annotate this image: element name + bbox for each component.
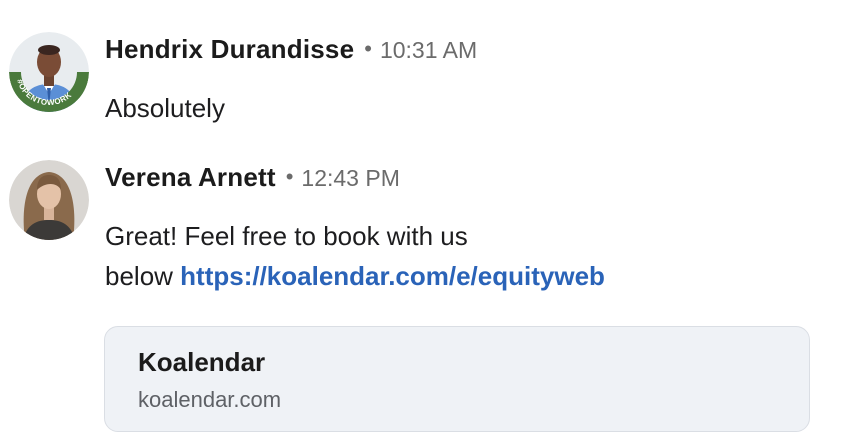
message-header: Hendrix Durandisse • 10:31 AM <box>105 34 477 70</box>
sender-name[interactable]: Verena Arnett <box>105 162 276 193</box>
message-line-1: Great! Feel free to book with us <box>105 221 468 251</box>
avatar-hendrix[interactable]: #OPENTOWORK <box>9 32 89 112</box>
sender-name[interactable]: Hendrix Durandisse <box>105 34 354 65</box>
message-hendrix: #OPENTOWORK Hendrix Durandisse • 10:31 A… <box>0 0 856 140</box>
message-timestamp: 12:43 PM <box>301 165 400 191</box>
message-timestamp: 10:31 AM <box>379 37 478 63</box>
message-header: Verena Arnett • 12:43 PM <box>105 162 400 198</box>
separator-dot: • <box>285 164 294 189</box>
message-text: Great! Feel free to book with us below h… <box>105 216 605 296</box>
avatar-verena[interactable] <box>9 160 89 240</box>
message-line-2-prefix: below <box>105 261 181 291</box>
message-text: Absolutely <box>105 88 225 128</box>
message-body: Absolutely <box>105 93 225 123</box>
booking-link[interactable]: https://koalendar.com/e/equityweb <box>180 261 605 291</box>
preview-domain: koalendar.com <box>138 387 282 412</box>
message-line-2: below https://koalendar.com/e/equityweb <box>105 256 605 296</box>
preview-title: Koalendar <box>138 347 266 377</box>
separator-dot: • <box>364 36 372 61</box>
link-preview-card[interactable]: Koalendar koalendar.com <box>104 326 810 432</box>
